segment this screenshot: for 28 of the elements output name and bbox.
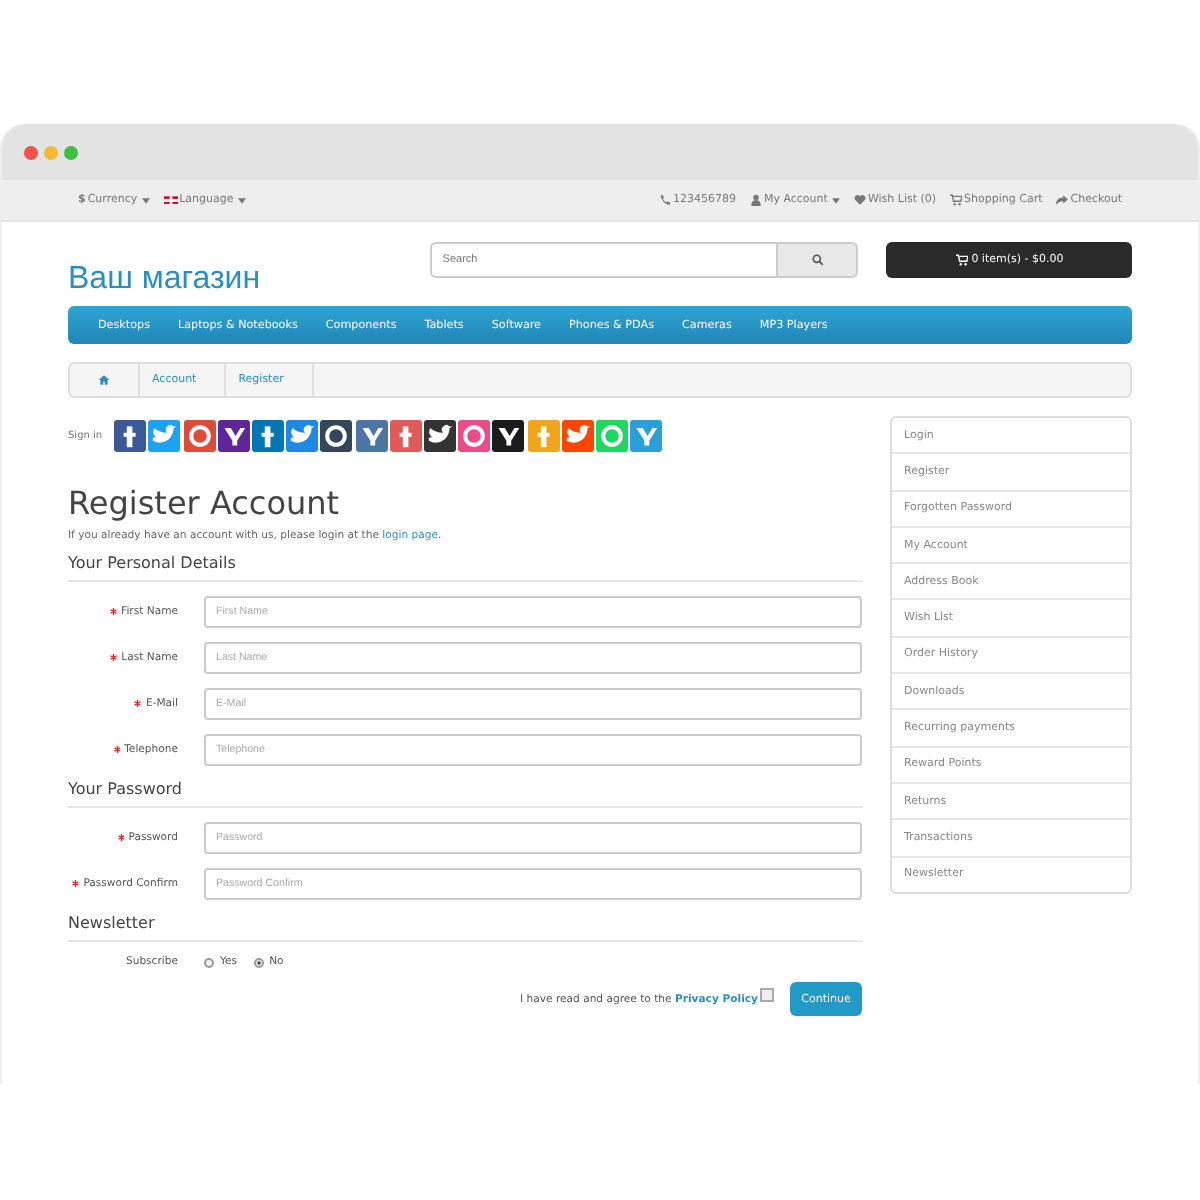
user-icon (749, 194, 762, 206)
cart-icon (955, 254, 968, 266)
flag-icon (163, 195, 178, 205)
store-logo[interactable]: Ваш магазин (68, 262, 431, 298)
page-title: Register Account (68, 484, 342, 522)
social-login-icon[interactable] (492, 420, 525, 452)
phone-icon (658, 194, 671, 206)
home-icon (98, 374, 110, 386)
caret-icon (237, 197, 246, 203)
agree-checkbox[interactable] (760, 988, 774, 1002)
cart-icon (950, 194, 963, 206)
maximize-dot-icon[interactable] (64, 145, 78, 159)
radio-button[interactable] (253, 957, 264, 967)
section-heading: Newsletter (68, 914, 862, 942)
share-arrow-icon (1056, 194, 1069, 206)
close-dot-icon[interactable] (24, 145, 38, 159)
caret-icon (141, 197, 150, 203)
caret-icon (831, 197, 840, 203)
section-heading: Your Password (68, 780, 862, 808)
search-icon (811, 254, 824, 266)
minimize-dot-icon[interactable] (44, 145, 58, 159)
section-heading: Your Personal Details (68, 554, 862, 582)
radio-button[interactable] (204, 957, 214, 967)
social-login-icon[interactable] (217, 420, 250, 452)
social-login-icon[interactable] (320, 420, 353, 452)
heart-icon (853, 194, 866, 206)
social-login-icon[interactable] (423, 420, 456, 452)
social-login-icon[interactable] (114, 420, 147, 452)
